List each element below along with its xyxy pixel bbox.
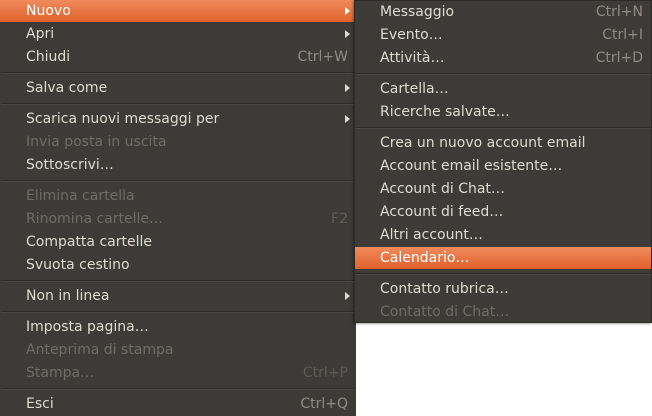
menu-item-subscribe[interactable]: Sottoscrivi… [0, 154, 356, 176]
submenu-item-chat-account-label: Account di Chat… [380, 181, 505, 197]
menu-separator [1, 388, 355, 390]
menu-item-offline[interactable]: Non in linea [0, 285, 356, 307]
menu-item-empty-trash[interactable]: Svuota cestino [0, 254, 356, 276]
submenu-item-address-book-contact-label: Contatto rubrica… [380, 281, 509, 297]
menu-item-new[interactable]: Nuovo [0, 0, 356, 22]
submenu-arrow-icon [345, 84, 350, 92]
submenu-item-chat-account[interactable]: Account di Chat… [355, 178, 651, 200]
submenu-item-task-shortcut: Ctrl+D [595, 50, 643, 66]
menu-item-open-label: Apri [26, 26, 55, 42]
submenu-item-folder[interactable]: Cartella… [355, 78, 651, 100]
menu-item-open[interactable]: Apri [0, 23, 356, 45]
submenu-item-other-accounts[interactable]: Altri account… [355, 224, 651, 246]
submenu-item-existing-email-account-label: Account email esistente… [380, 158, 563, 174]
menu-item-print[interactable]: Stampa… Ctrl+P [0, 362, 356, 384]
submenu-item-chat-contact-label: Contatto di Chat… [380, 304, 510, 320]
submenu-arrow-icon [345, 30, 350, 38]
new-submenu: Messaggio Ctrl+N Evento… Ctrl+I Attività… [354, 0, 652, 323]
menu-item-get-new-messages-label: Scarica nuovi messaggi per [26, 111, 220, 127]
menu-item-page-setup-label: Imposta pagina… [26, 319, 149, 335]
submenu-item-existing-email-account[interactable]: Account email esistente… [355, 155, 651, 177]
submenu-item-calendar-label: Calendario… [380, 250, 470, 266]
menu-item-close-label: Chiudi [26, 49, 71, 65]
file-menu: Nuovo Apri Chiudi Ctrl+W Salva come Scar… [0, 0, 356, 416]
submenu-item-saved-search-label: Ricerche salvate… [380, 104, 510, 120]
menu-item-quit-shortcut: Ctrl+Q [300, 396, 348, 412]
menu-item-quit-label: Esci [26, 396, 54, 412]
submenu-item-feed-account[interactable]: Account di feed… [355, 201, 651, 223]
menu-separator [1, 280, 355, 282]
submenu-item-message-label: Messaggio [380, 4, 455, 20]
menu-item-print-preview-label: Anteprima di stampa [26, 342, 174, 358]
menu-item-compact-folders-label: Compatta cartelle [26, 234, 152, 250]
menu-item-print-preview[interactable]: Anteprima di stampa [0, 339, 356, 361]
submenu-item-address-book-contact[interactable]: Contatto rubrica… [355, 278, 651, 300]
submenu-item-new-email-account-label: Crea un nuovo account email [380, 135, 586, 151]
menu-item-print-shortcut: Ctrl+P [302, 365, 348, 381]
menu-item-print-label: Stampa… [26, 365, 95, 381]
menu-item-quit[interactable]: Esci Ctrl+Q [0, 393, 356, 415]
submenu-item-other-accounts-label: Altri account… [380, 227, 483, 243]
submenu-item-new-email-account[interactable]: Crea un nuovo account email [355, 132, 651, 154]
menu-item-new-label: Nuovo [26, 3, 71, 19]
submenu-item-feed-account-label: Account di feed… [380, 204, 504, 220]
menu-item-save-as[interactable]: Salva come [0, 77, 356, 99]
menu-item-close-shortcut: Ctrl+W [297, 49, 348, 65]
submenu-item-folder-label: Cartella… [380, 81, 449, 97]
menu-separator [1, 311, 355, 313]
menu-separator [356, 127, 650, 129]
submenu-item-message-shortcut: Ctrl+N [595, 4, 643, 20]
menu-separator [1, 180, 355, 182]
menu-item-delete-folder-label: Elimina cartella [26, 188, 135, 204]
menu-item-subscribe-label: Sottoscrivi… [26, 157, 114, 173]
submenu-item-saved-search[interactable]: Ricerche salvate… [355, 101, 651, 123]
menu-separator [1, 103, 355, 105]
menu-item-delete-folder[interactable]: Elimina cartella [0, 185, 356, 207]
menu-item-rename-folder-label: Rinomina cartelle… [26, 211, 164, 227]
menu-item-rename-folder[interactable]: Rinomina cartelle… F2 [0, 208, 356, 230]
submenu-item-event[interactable]: Evento… Ctrl+I [355, 24, 651, 46]
submenu-item-event-shortcut: Ctrl+I [602, 27, 643, 43]
menu-item-offline-label: Non in linea [26, 288, 110, 304]
menu-item-rename-folder-shortcut: F2 [331, 211, 348, 227]
submenu-item-message[interactable]: Messaggio Ctrl+N [355, 1, 651, 23]
submenu-arrow-icon [345, 7, 350, 15]
menu-item-compact-folders[interactable]: Compatta cartelle [0, 231, 356, 253]
menu-item-get-new-messages[interactable]: Scarica nuovi messaggi per [0, 108, 356, 130]
submenu-arrow-icon [345, 292, 350, 300]
submenu-item-chat-contact[interactable]: Contatto di Chat… [355, 301, 651, 323]
submenu-item-calendar[interactable]: Calendario… [355, 247, 651, 269]
submenu-arrow-icon [345, 115, 350, 123]
submenu-item-event-label: Evento… [380, 27, 443, 43]
menu-separator [356, 273, 650, 275]
menu-item-send-unsent-label: Invia posta in uscita [26, 134, 167, 150]
menu-item-save-as-label: Salva come [26, 80, 108, 96]
menu-item-close[interactable]: Chiudi Ctrl+W [0, 46, 356, 68]
menu-item-empty-trash-label: Svuota cestino [26, 257, 130, 273]
menu-item-page-setup[interactable]: Imposta pagina… [0, 316, 356, 338]
menu-separator [356, 73, 650, 75]
menu-separator [1, 72, 355, 74]
menu-item-send-unsent[interactable]: Invia posta in uscita [0, 131, 356, 153]
submenu-item-task[interactable]: Attività… Ctrl+D [355, 47, 651, 69]
submenu-item-task-label: Attività… [380, 50, 445, 66]
